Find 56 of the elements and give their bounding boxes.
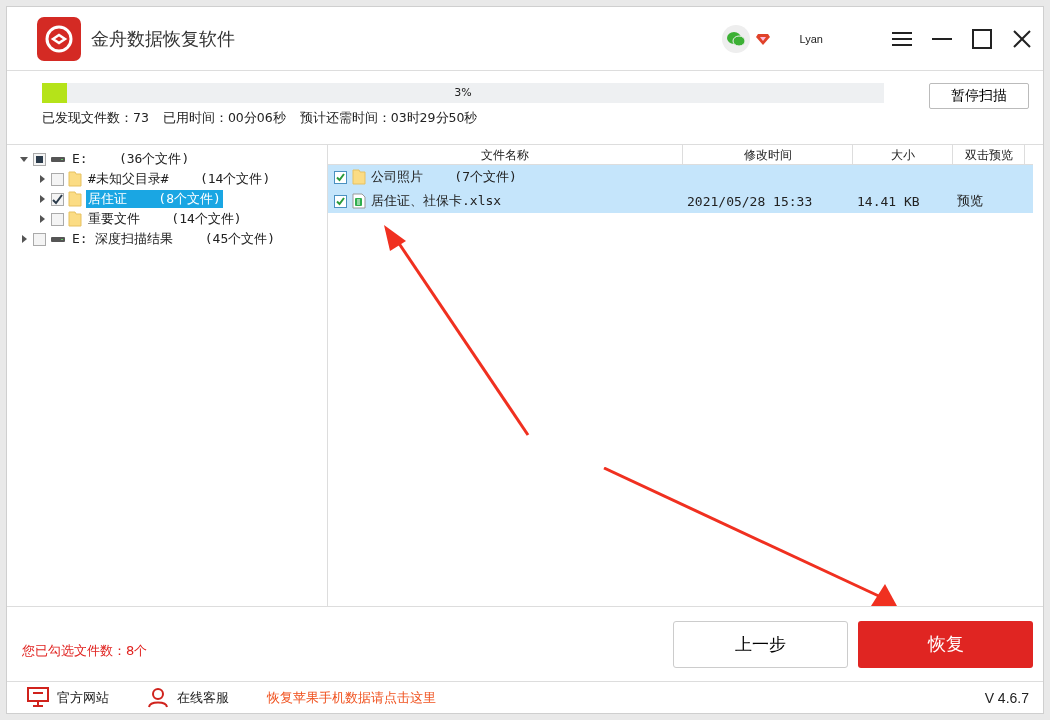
chat-bubbles-icon: [725, 30, 746, 47]
maximize-button[interactable]: [971, 27, 993, 50]
expand-arrow-icon[interactable]: [37, 174, 47, 184]
check-icon: [52, 193, 63, 205]
scan-stat: 已发现文件数：73: [42, 110, 149, 127]
footer-link[interactable]: 在线客服: [177, 688, 229, 707]
version-label: V 4.6.7: [984, 689, 1029, 706]
tree-item[interactable]: E: (36个文件): [70, 150, 192, 168]
user-name: Lyan: [799, 32, 823, 45]
close-icon: [1011, 27, 1033, 50]
spreadsheet-file-icon: [352, 193, 366, 209]
back-button[interactable]: 上一步: [673, 620, 848, 668]
diamond-icon: [755, 32, 770, 45]
drive-icon: [50, 155, 66, 163]
close-button[interactable]: [1011, 27, 1033, 50]
table-cell: 2021/05/28 15:33: [687, 193, 813, 209]
checkbox[interactable]: [51, 212, 64, 226]
recover-button[interactable]: 恢复: [858, 620, 1033, 668]
person-icon[interactable]: [147, 687, 169, 708]
expand-arrow-icon[interactable]: [37, 194, 47, 204]
tree-item[interactable]: E: 深度扫描结果 (45个文件): [70, 230, 278, 248]
maximize-icon: [971, 27, 993, 50]
selection-summary: 您已勾选文件数：8个: [22, 642, 149, 660]
window-title: 金舟数据恢复软件: [91, 26, 236, 51]
checked-checkbox[interactable]: [334, 170, 347, 184]
promo-link[interactable]: 恢复苹果手机数据请点击这里: [267, 688, 975, 707]
app-logo: [37, 16, 81, 61]
folder-icon: [68, 211, 82, 227]
progress-percent: 3%: [453, 85, 473, 101]
collapse-arrow-icon[interactable]: [19, 154, 29, 164]
folder-icon: [352, 169, 366, 185]
wechat-button[interactable]: [721, 24, 750, 53]
expand-arrow-icon[interactable]: [37, 214, 47, 224]
tree-item[interactable]: 重要文件 (14个文件): [86, 210, 244, 228]
checked-checkbox[interactable]: [334, 194, 347, 208]
preview-link[interactable]: 预览: [957, 193, 983, 208]
checkbox[interactable]: [33, 152, 46, 166]
scan-stat: 预计还需时间：03时29分50秒: [299, 110, 478, 127]
checkbox[interactable]: [51, 172, 64, 186]
folder-icon: [68, 171, 82, 187]
file-row[interactable]: 居住证、社保卡.xlsx 2021/05/28 15:33 14.41 KB 预览: [328, 189, 1033, 213]
folder-icon: [68, 191, 82, 207]
table-cell: 14.41 KB: [857, 193, 920, 209]
minimize-icon: [931, 37, 953, 40]
scan-stat: 已用时间：00分06秒: [162, 110, 286, 127]
expand-arrow-icon[interactable]: [19, 234, 29, 244]
checkbox[interactable]: [51, 192, 64, 206]
footer-link[interactable]: 官方网站: [57, 688, 109, 707]
checkbox[interactable]: [33, 232, 46, 246]
drive-icon: [50, 235, 66, 243]
file-name: 居住证、社保卡.xlsx: [371, 192, 502, 210]
monitor-icon[interactable]: [27, 687, 49, 708]
file-row[interactable]: 公司照片 (7个文件): [328, 165, 1033, 189]
file-name: 公司照片 (7个文件): [371, 168, 517, 186]
tree-item[interactable]: #未知父目录# (14个文件): [86, 170, 273, 188]
pause-scan-button[interactable]: 暂停扫描: [929, 83, 1029, 109]
